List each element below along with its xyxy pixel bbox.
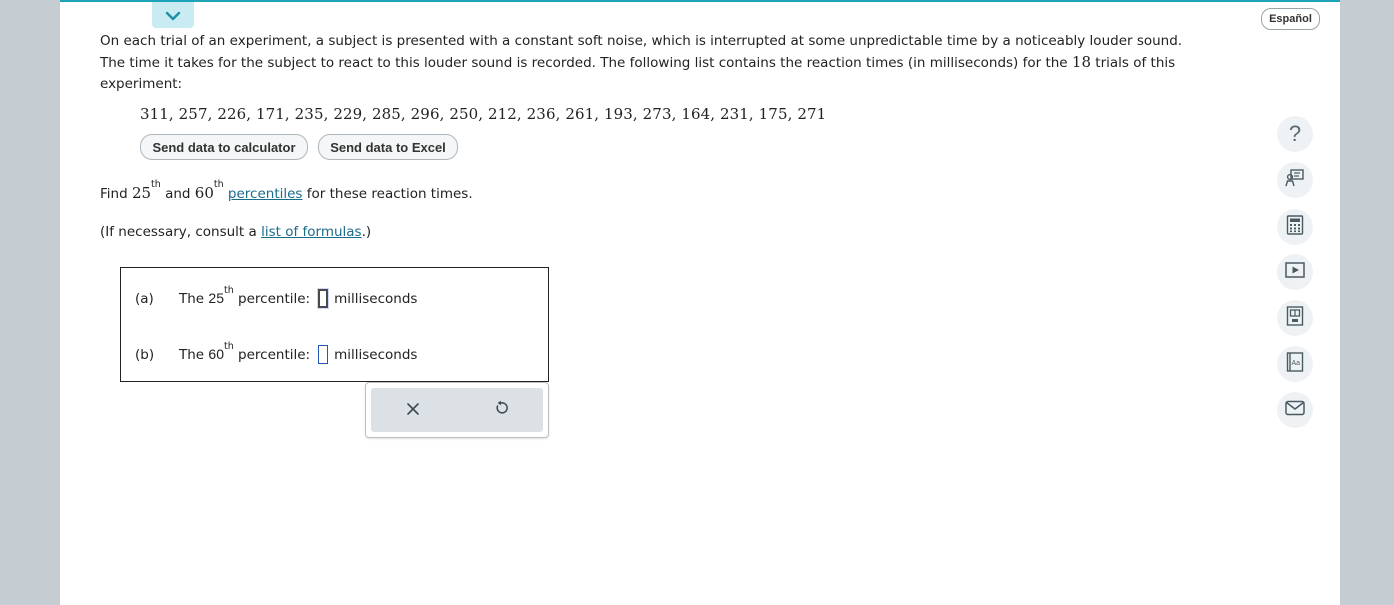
percentile-2: 60 bbox=[194, 184, 214, 202]
send-to-calculator-button[interactable]: Send data to calculator bbox=[140, 134, 308, 160]
answer-prompt-post: percentile: bbox=[233, 347, 311, 363]
calculator-icon bbox=[1286, 215, 1304, 239]
send-to-excel-button[interactable]: Send data to Excel bbox=[318, 134, 458, 160]
calculator-button[interactable] bbox=[1277, 209, 1313, 245]
ordinal-suffix: th bbox=[223, 341, 234, 352]
percentile-1: 25 bbox=[131, 184, 152, 202]
svg-text:Aa: Aa bbox=[1292, 360, 1301, 367]
video-icon bbox=[1285, 262, 1305, 282]
problem-statement: On each trial of an experiment, a subjec… bbox=[100, 31, 1240, 95]
trial-count: 18 bbox=[1071, 53, 1092, 71]
ordinal-suffix: th bbox=[213, 179, 224, 190]
question-find: Find bbox=[100, 186, 132, 202]
unit-label: milliseconds bbox=[334, 346, 418, 363]
percentile-25-input[interactable] bbox=[317, 288, 330, 309]
question-tail: for these reaction times. bbox=[302, 186, 473, 202]
unit-label: milliseconds bbox=[334, 290, 418, 307]
clear-button[interactable] bbox=[401, 398, 425, 422]
language-button[interactable]: Español bbox=[1261, 8, 1320, 30]
ordinal-suffix: th bbox=[223, 285, 234, 296]
ebook-icon bbox=[1286, 306, 1304, 330]
answer-percentile: 25 bbox=[208, 290, 224, 306]
answer-prompt-post: percentile: bbox=[233, 291, 311, 307]
problem-line-2-text: The time it takes for the subject to rea… bbox=[100, 55, 1072, 71]
formulas-post: .) bbox=[361, 224, 372, 240]
answer-prompt: The 60th percentile: bbox=[179, 341, 311, 363]
ebook-button[interactable] bbox=[1277, 300, 1313, 336]
percentile-60-input[interactable] bbox=[318, 345, 329, 364]
main-page: Español On each trial of an experiment, … bbox=[60, 0, 1340, 605]
clear-icon bbox=[406, 401, 420, 420]
email-button[interactable] bbox=[1277, 392, 1313, 428]
glossary-button[interactable]: Aa bbox=[1277, 346, 1313, 382]
top-accent-line bbox=[60, 0, 1340, 2]
data-list: 311, 257, 226, 171, 235, 229, 285, 296, … bbox=[140, 105, 827, 123]
formulas-pre: (If necessary, consult a bbox=[100, 224, 262, 240]
problem-line-1: On each trial of an experiment, a subjec… bbox=[100, 33, 1183, 49]
problem-line-3: experiment: bbox=[100, 76, 183, 92]
answer-row-a: (a) The 25th percentile: milliseconds bbox=[135, 285, 418, 309]
tutor-icon bbox=[1285, 168, 1305, 192]
collapse-toggle[interactable] bbox=[152, 2, 194, 28]
answer-prompt-pre: The bbox=[179, 347, 209, 363]
question-text: Find 25th and 60th percentiles for these… bbox=[100, 179, 473, 202]
video-button[interactable] bbox=[1277, 254, 1313, 290]
answer-prompt: The 25th percentile: bbox=[179, 285, 311, 307]
answer-toolbar bbox=[365, 382, 549, 438]
formulas-link[interactable]: list of formulas bbox=[261, 224, 362, 240]
question-and: and bbox=[160, 186, 195, 202]
help-icon: ? bbox=[1288, 121, 1302, 146]
answer-toolbar-panel bbox=[371, 388, 543, 432]
chevron-down-icon bbox=[165, 6, 181, 25]
undo-button[interactable] bbox=[489, 398, 513, 422]
answer-percentile: 60 bbox=[208, 346, 224, 362]
formulas-note: (If necessary, consult a list of formula… bbox=[100, 224, 371, 240]
answer-label: (a) bbox=[135, 290, 154, 307]
answer-label: (b) bbox=[135, 346, 155, 363]
help-button[interactable]: ? bbox=[1277, 116, 1313, 152]
percentiles-link[interactable]: percentiles bbox=[228, 186, 303, 202]
answer-prompt-pre: The bbox=[179, 291, 209, 307]
email-icon bbox=[1285, 400, 1305, 420]
answer-row-b: (b) The 60th percentile: milliseconds bbox=[135, 341, 418, 364]
problem-line-2-tail: trials of this bbox=[1091, 55, 1176, 71]
glossary-icon: Aa bbox=[1286, 352, 1304, 376]
undo-icon bbox=[493, 400, 509, 420]
tutor-button[interactable] bbox=[1277, 162, 1313, 198]
answer-box: (a) The 25th percentile: milliseconds (b… bbox=[120, 267, 549, 382]
ordinal-suffix: th bbox=[151, 179, 161, 190]
problem-line-2: The time it takes for the subject to rea… bbox=[100, 52, 1240, 74]
